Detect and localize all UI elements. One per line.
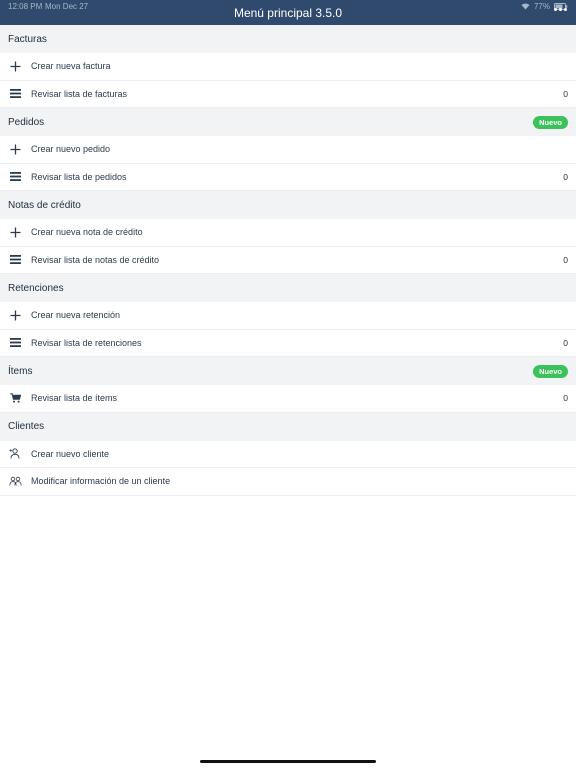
section-header-items: Ítems Nuevo: [0, 357, 576, 385]
list-icon: [8, 253, 22, 267]
list-icon: [8, 170, 22, 184]
section-header-facturas: Facturas: [0, 25, 576, 53]
item-count: 0: [563, 337, 568, 348]
list-icon: [8, 87, 22, 101]
item-count: 0: [563, 171, 568, 182]
section-title: Notas de crédito: [8, 199, 81, 211]
section-title: Retenciones: [8, 282, 64, 294]
menu-item-label: Revisar lista de retenciones: [31, 337, 142, 348]
list-icon: [8, 336, 22, 350]
menu-item-label: Crear nuevo cliente: [31, 448, 110, 459]
main-menu: Facturas Crear nueva factura Revisar lista…: [0, 25, 576, 496]
menu-item-revisar-lista-de-items[interactable]: Revisar lista de ítems 0: [0, 385, 576, 413]
cart-icon: [8, 391, 22, 405]
menu-item-label: Revisar lista de notas de crédito: [31, 254, 160, 265]
menu-item-crear-nueva-retencion[interactable]: Crear nueva retención: [0, 302, 576, 330]
navigation-bar: 12:08 PM Mon Dec 27 77% Menú principal 3…: [0, 0, 576, 25]
item-count: 0: [563, 88, 568, 99]
menu-item-label: Crear nueva retención: [31, 310, 121, 321]
section-header-clientes: Clientes: [0, 412, 576, 441]
section-title: Facturas: [8, 33, 47, 45]
menu-item-crear-nueva-nota-de-credito[interactable]: Crear nueva nota de crédito: [0, 219, 576, 247]
more-options-icon[interactable]: [554, 8, 567, 11]
home-indicator: [200, 760, 376, 763]
menu-item-label: Revisar lista de pedidos: [31, 171, 127, 182]
menu-item-modificar-informacion-de-un-cliente[interactable]: Modificar información de un cliente: [0, 468, 576, 496]
menu-item-label: Modificar información de un cliente: [31, 476, 171, 487]
menu-item-revisar-lista-de-notas-de-credito[interactable]: Revisar lista de notas de crédito 0: [0, 246, 576, 274]
menu-item-label: Revisar lista de ítems: [31, 393, 118, 404]
menu-item-label: Revisar lista de facturas: [31, 88, 128, 99]
section-title: Pedidos: [8, 116, 45, 128]
item-count: 0: [563, 254, 568, 265]
menu-item-revisar-lista-de-retenciones[interactable]: Revisar lista de retenciones 0: [0, 329, 576, 357]
plus-icon: [8, 308, 22, 322]
section-title: Clientes: [8, 421, 45, 432]
menu-item-revisar-lista-de-pedidos[interactable]: Revisar lista de pedidos 0: [0, 163, 576, 191]
section-header-notas-de-credito: Notas de crédito: [0, 191, 576, 219]
menu-item-label: Crear nueva factura: [31, 61, 111, 72]
menu-item-revisar-lista-de-facturas[interactable]: Revisar lista de facturas 0: [0, 80, 576, 108]
item-count: 0: [563, 393, 568, 404]
plus-icon: [8, 59, 22, 73]
plus-icon: [8, 225, 22, 239]
menu-item-crear-nuevo-cliente[interactable]: Crear nuevo cliente: [0, 440, 576, 468]
add-person-icon: [8, 447, 22, 461]
new-badge: Nuevo: [533, 115, 568, 129]
section-title: Ítems: [8, 365, 33, 377]
page-title: Menú principal 3.5.0: [233, 6, 343, 20]
section-header-retenciones: Retenciones: [0, 274, 576, 302]
menu-item-label: Crear nuevo pedido: [31, 144, 111, 155]
menu-item-crear-nuevo-pedido[interactable]: Crear nuevo pedido: [0, 136, 576, 164]
menu-item-label: Crear nueva nota de crédito: [31, 227, 143, 238]
menu-item-crear-nueva-factura[interactable]: Crear nueva factura: [0, 53, 576, 81]
new-badge: Nuevo: [533, 364, 568, 378]
people-icon: [8, 474, 22, 488]
section-header-pedidos: Pedidos Nuevo: [0, 108, 576, 136]
plus-icon: [8, 142, 22, 156]
